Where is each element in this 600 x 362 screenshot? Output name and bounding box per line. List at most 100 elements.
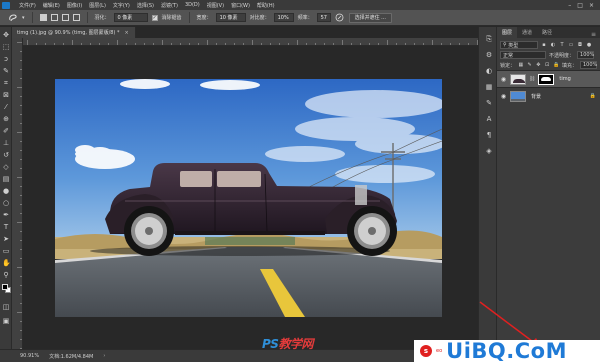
eraser-tool-icon[interactable]: ◇ xyxy=(2,163,10,171)
lock-transparent-icon[interactable]: ▦ xyxy=(518,62,524,68)
lasso-tool-icon[interactable]: ↄ xyxy=(2,55,10,63)
menu-type[interactable]: 文字(Y) xyxy=(113,2,130,9)
antialias-label: 消除锯齿 xyxy=(161,15,182,21)
menu-layer[interactable]: 图层(L) xyxy=(89,2,106,9)
menu-filter[interactable]: 滤镜(T) xyxy=(161,2,178,9)
document-tab[interactable]: timg (1).jpg @ 90.9% (timg, 图层蒙版/8) * × xyxy=(12,27,136,38)
lock-artboard-icon[interactable]: ⊡ xyxy=(544,62,550,68)
hand-tool-icon[interactable]: ✋ xyxy=(2,259,11,267)
menu-3d[interactable]: 3D(D) xyxy=(185,2,200,8)
crop-tool-icon[interactable]: ⌗ xyxy=(2,79,10,87)
libraries-panel-icon[interactable]: ◈ xyxy=(485,147,493,155)
ruler-tick xyxy=(20,123,22,124)
frequency-input[interactable]: 57 xyxy=(316,13,331,22)
visibility-eye-icon[interactable]: ◉ xyxy=(500,76,507,83)
opacity-input[interactable]: 100% xyxy=(577,51,594,59)
paragraph-panel-icon[interactable]: ¶ xyxy=(485,131,493,139)
menu-select[interactable]: 选择(S) xyxy=(137,2,154,9)
type-tool-icon[interactable]: T xyxy=(2,223,10,231)
blur-tool-icon[interactable]: ● xyxy=(2,187,10,195)
mask-link-icon[interactable]: ⛓ xyxy=(529,76,535,82)
foreground-color-swatch[interactable] xyxy=(2,284,8,290)
menu-window[interactable]: 窗口(W) xyxy=(231,2,250,9)
panel-menu-icon[interactable]: ≡ xyxy=(591,31,600,38)
feather-label: 羽化： xyxy=(94,15,110,21)
frame-tool-icon[interactable]: ⊠ xyxy=(2,91,10,99)
character-panel-icon[interactable]: A xyxy=(485,115,493,123)
ruler-tick xyxy=(369,43,370,45)
close-icon[interactable]: × xyxy=(589,2,594,9)
filter-shape-icon[interactable]: ▭ xyxy=(568,42,574,48)
path-select-tool-icon[interactable]: ➤ xyxy=(2,235,10,243)
fill-input[interactable]: 100% xyxy=(580,61,597,69)
intersect-selection-icon[interactable] xyxy=(72,14,80,21)
close-document-icon[interactable]: × xyxy=(124,30,128,36)
new-selection-icon[interactable] xyxy=(39,14,47,21)
layer-row-timg[interactable]: ◉ ⛓ timg xyxy=(497,70,600,87)
lock-pixels-icon[interactable]: ✎ xyxy=(527,62,533,68)
pen-tool-icon[interactable]: ✒ xyxy=(2,211,10,219)
antialias-checkbox[interactable]: ✓ xyxy=(151,14,158,21)
marquee-tool-icon[interactable]: ⬚ xyxy=(2,43,10,51)
lock-position-icon[interactable]: ✥ xyxy=(535,62,541,68)
filter-pixel-icon[interactable]: ▪ xyxy=(541,42,547,48)
layer-name[interactable]: timg xyxy=(559,76,570,82)
blend-mode-select[interactable]: 正常 xyxy=(500,51,546,59)
tab-layers[interactable]: 图层 xyxy=(497,27,518,38)
tab-channels[interactable]: 通道 xyxy=(517,27,537,38)
magnetic-lasso-tool-icon[interactable] xyxy=(8,13,18,23)
pen-pressure-icon[interactable] xyxy=(335,13,345,23)
layer-filter-select[interactable]: ⚲ 类型 xyxy=(500,41,538,49)
feather-input[interactable]: 0 像素 xyxy=(113,13,148,22)
frequency-label: 频率： xyxy=(297,15,313,21)
zoom-level[interactable]: 90.91% xyxy=(20,353,39,359)
filter-smart-icon[interactable]: ◘ xyxy=(577,42,583,48)
zoom-tool-icon[interactable]: ⚲ xyxy=(2,271,10,279)
rectangle-tool-icon[interactable]: ▭ xyxy=(2,247,10,255)
menu-edit[interactable]: 编辑(E) xyxy=(43,2,60,9)
brush-panel-icon[interactable]: ✎ xyxy=(485,99,493,107)
menu-help[interactable]: 帮助(H) xyxy=(257,2,275,9)
move-tool-icon[interactable]: ✥ xyxy=(2,31,10,39)
clone-stamp-tool-icon[interactable]: ⊥ xyxy=(2,139,10,147)
menu-file[interactable]: 文件(F) xyxy=(19,2,36,9)
lock-all-icon[interactable]: 🔒 xyxy=(553,62,559,68)
document-image[interactable] xyxy=(55,79,442,317)
menu-view[interactable]: 视图(V) xyxy=(207,2,224,9)
quick-mask-icon[interactable]: ◫ xyxy=(2,303,10,311)
tool-preset-arrow-icon[interactable]: ▾ xyxy=(22,15,25,21)
dodge-tool-icon[interactable]: ○ xyxy=(2,199,10,207)
filter-toggle-icon[interactable]: ● xyxy=(586,42,592,48)
ruler-tick xyxy=(20,96,22,97)
filter-type-icon[interactable]: T xyxy=(559,42,565,48)
visibility-eye-icon[interactable]: ◉ xyxy=(500,93,507,100)
maximize-icon[interactable]: □ xyxy=(577,2,583,9)
select-and-mask-button[interactable]: 选择并遮住 ... xyxy=(348,12,392,23)
quick-select-tool-icon[interactable]: ✎ xyxy=(2,67,10,75)
ruler-tick xyxy=(378,43,379,45)
contrast-input[interactable]: 10% xyxy=(273,13,294,22)
healing-brush-tool-icon[interactable]: ⊕ xyxy=(2,115,10,123)
ruler-tick xyxy=(468,43,469,45)
history-panel-icon[interactable]: ⎘ xyxy=(485,35,493,43)
layer-mask-thumbnail[interactable] xyxy=(538,73,555,85)
screen-mode-icon[interactable]: ▣ xyxy=(2,317,10,325)
brush-tool-icon[interactable]: ✐ xyxy=(2,127,10,135)
add-selection-icon[interactable] xyxy=(50,14,58,21)
swatches-panel-icon[interactable]: ▦ xyxy=(485,83,493,91)
adjustments-panel-icon[interactable]: ◐ xyxy=(485,67,493,75)
status-menu-arrow-icon[interactable]: › xyxy=(103,353,105,359)
layer-name[interactable]: 背景 xyxy=(531,93,541,100)
gradient-tool-icon[interactable]: ▤ xyxy=(2,175,10,183)
photoshop-logo-icon[interactable] xyxy=(0,0,12,10)
properties-panel-icon[interactable]: ⚙ xyxy=(485,51,493,59)
tab-paths[interactable]: 路径 xyxy=(537,27,557,38)
history-brush-tool-icon[interactable]: ↺ xyxy=(2,151,10,159)
minimize-icon[interactable]: – xyxy=(568,2,571,9)
width-input[interactable]: 10 像素 xyxy=(215,13,246,22)
menu-image[interactable]: 图像(I) xyxy=(67,2,82,9)
filter-adjustment-icon[interactable]: ◐ xyxy=(550,42,556,48)
subtract-selection-icon[interactable] xyxy=(61,14,69,21)
layer-row-background[interactable]: ◉ 背景 🔒 xyxy=(497,87,600,104)
eyedropper-tool-icon[interactable]: ⁄ xyxy=(2,103,10,111)
